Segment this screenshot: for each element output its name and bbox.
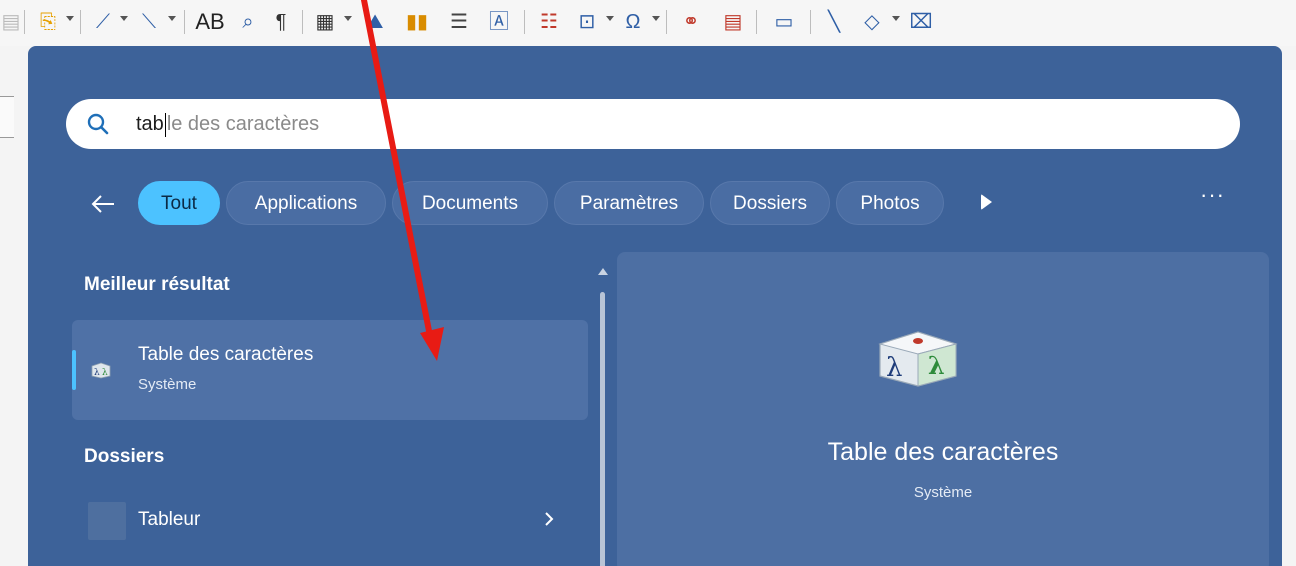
search-icon — [87, 113, 109, 135]
best-result-item[interactable]: λ λ Table des caractères Système — [72, 320, 588, 420]
toolbar-separator — [24, 10, 25, 34]
search-suggestion: le des caractères — [166, 113, 320, 135]
toolbar-separator — [666, 10, 667, 34]
character-map-icon: λ λ — [91, 362, 111, 379]
dropdown-arrow-icon[interactable] — [652, 16, 660, 21]
pilcrow-icon[interactable]: ¶ — [268, 8, 294, 36]
more-filters-arrow-icon[interactable] — [981, 194, 992, 210]
comment-icon[interactable]: ▭ — [764, 8, 804, 36]
dropdown-arrow-icon[interactable] — [606, 16, 614, 21]
form-control-icon[interactable]: ⊡ — [572, 8, 602, 36]
results-scrollbar[interactable] — [598, 268, 608, 566]
spellcheck-button[interactable]: AB — [192, 8, 228, 36]
scroll-thumb[interactable] — [600, 292, 605, 566]
vertical-ruler — [0, 96, 14, 138]
field-icon[interactable]: ☰ — [442, 8, 476, 36]
tab-parametres[interactable]: Paramètres — [554, 181, 704, 225]
tab-documents[interactable]: Documents — [392, 181, 548, 225]
more-options-button[interactable]: ··· — [1200, 182, 1225, 208]
dropdown-arrow-icon[interactable] — [120, 16, 128, 21]
header-icon[interactable]: ☷ — [532, 8, 566, 36]
svg-text:λ: λ — [928, 351, 945, 380]
tab-photos[interactable]: Photos — [836, 181, 944, 225]
best-result-category: Système — [138, 376, 197, 393]
scroll-up-arrow-icon[interactable] — [598, 268, 608, 275]
toolbar-separator — [810, 10, 811, 34]
search-query[interactable]: tab le des caractères — [136, 99, 319, 149]
toolbar-separator — [302, 10, 303, 34]
chart-icon[interactable]: ▮▮ — [402, 8, 432, 36]
svg-text:λ: λ — [886, 353, 902, 383]
svg-text:λ: λ — [102, 368, 108, 378]
folder-thumbnail — [88, 502, 126, 540]
line-icon[interactable]: ⟋ — [88, 8, 118, 36]
toolbar-separator — [524, 10, 525, 34]
folders-heading: Dossiers — [84, 446, 165, 467]
best-result-heading: Meilleur résultat — [84, 274, 230, 295]
back-arrow-icon[interactable] — [90, 192, 116, 216]
search-panel: tab le des caractères Tout Applications D… — [28, 46, 1282, 566]
table-icon[interactable]: ▦ — [310, 8, 340, 36]
best-result-title: Table des caractères — [138, 344, 314, 365]
toolbar-separator — [80, 10, 81, 34]
selection-indicator — [72, 350, 76, 390]
footnote-icon[interactable]: ▤ — [718, 8, 748, 36]
dropdown-arrow-icon[interactable] — [344, 16, 352, 21]
filter-bar: Tout Applications Documents Paramètres D… — [28, 178, 1282, 230]
document-icon[interactable]: ▤ — [2, 8, 21, 36]
search-input[interactable]: tab le des caractères — [66, 99, 1240, 149]
toolbar-separator — [756, 10, 757, 34]
textbox-icon[interactable]: 🄰 — [482, 8, 516, 36]
find-replace-icon[interactable]: ⌕ — [232, 8, 264, 36]
search-query-text: tab — [136, 113, 164, 135]
tab-dossiers[interactable]: Dossiers — [710, 181, 830, 225]
new-page-icon[interactable]: ⎘ — [34, 8, 62, 36]
frame-icon[interactable]: ⌧ — [906, 8, 936, 36]
text-caret — [164, 112, 166, 137]
folder-item-tableur[interactable]: Tableur — [72, 494, 588, 548]
dropdown-arrow-icon[interactable] — [66, 16, 74, 21]
preview-title: Table des caractères — [827, 438, 1059, 466]
image-icon[interactable]: ⛰ — [358, 8, 392, 36]
hyperlink-icon[interactable]: ⚭ — [674, 8, 708, 36]
vertical-ruler-right — [1281, 70, 1296, 140]
preview-pane: λ λ Table des caractères Système — [617, 252, 1269, 566]
formula-icon[interactable]: Ω — [618, 8, 648, 36]
tab-applications[interactable]: Applications — [226, 181, 386, 225]
preview-category: Système — [913, 484, 973, 501]
shape-icon[interactable]: ◇ — [856, 8, 888, 36]
line-draw-icon[interactable]: ╲ — [818, 8, 850, 36]
svg-text:λ: λ — [94, 368, 100, 378]
app-toolbar: ▤ ⎘ ⟋ ⟍ AB ⌕ ¶ ▦ ⛰ ▮▮ ☰ 🄰 ☷ ⊡ Ω ⚭ ▤ ▭ ╲ … — [0, 0, 1296, 46]
character-map-large-icon[interactable]: λ λ — [872, 324, 964, 390]
chevron-right-icon[interactable] — [538, 508, 560, 530]
arrow-line-icon[interactable]: ⟍ — [134, 8, 164, 36]
folder-name: Tableur — [138, 509, 201, 530]
dropdown-arrow-icon[interactable] — [168, 16, 176, 21]
dropdown-arrow-icon[interactable] — [892, 16, 900, 21]
toolbar-separator — [184, 10, 185, 34]
tab-tout[interactable]: Tout — [138, 181, 220, 225]
